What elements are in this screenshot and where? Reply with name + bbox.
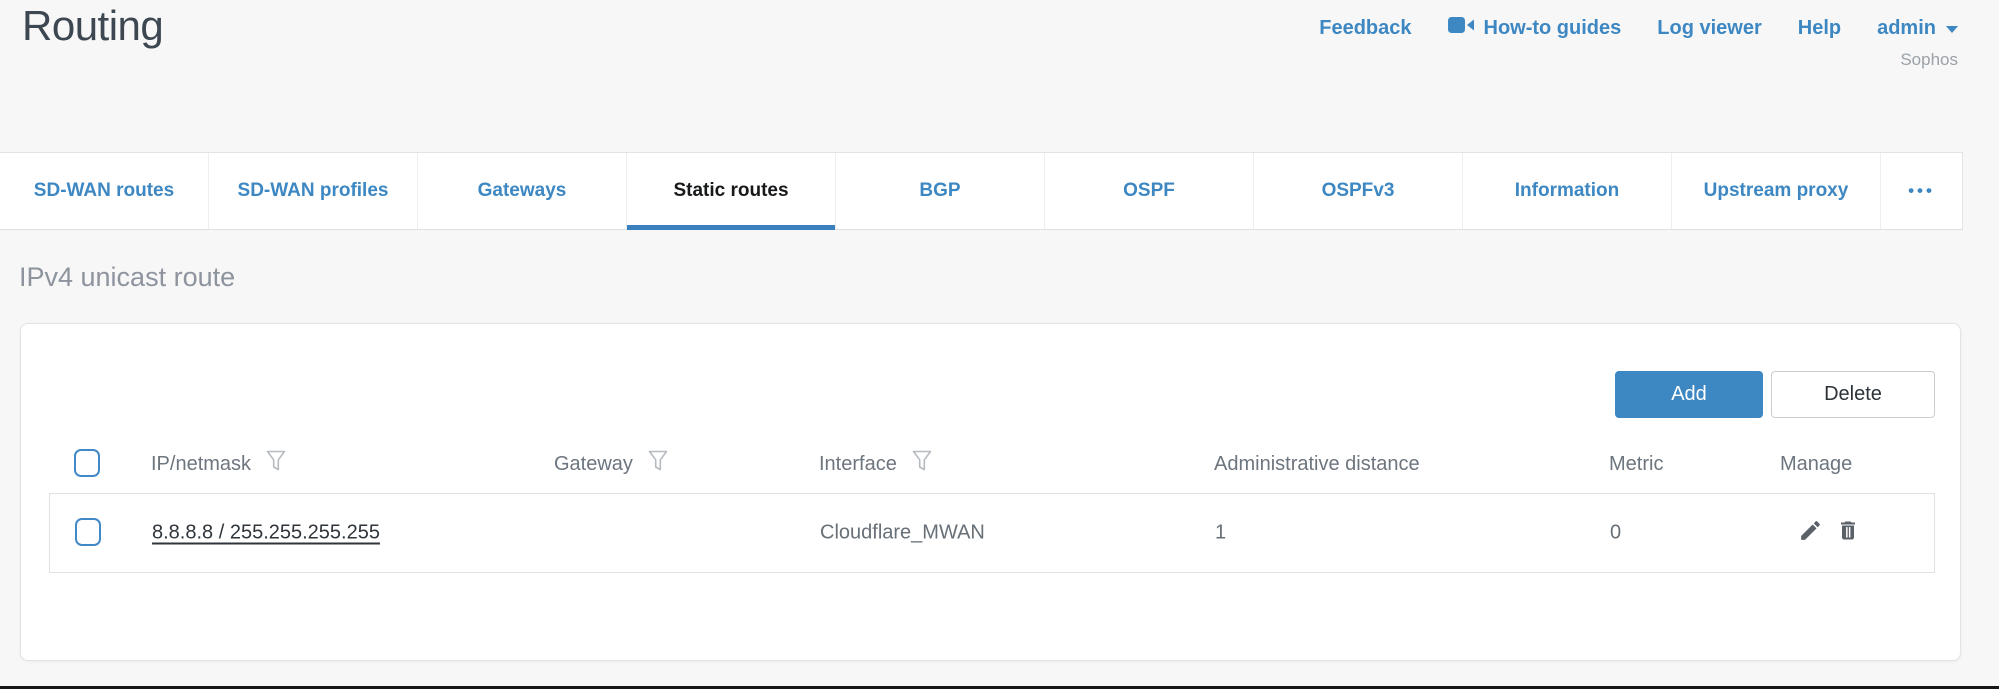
tab-sdwan-profiles[interactable]: SD-WAN profiles xyxy=(209,153,418,229)
log-viewer-link-label: Log viewer xyxy=(1657,17,1761,40)
video-camera-icon xyxy=(1448,16,1474,40)
tab-label: SD-WAN routes xyxy=(34,180,174,202)
filter-funnel-icon xyxy=(266,450,286,478)
ellipsis-icon: ••• xyxy=(1908,181,1935,201)
column-label: Gateway xyxy=(554,453,633,476)
org-name: Sophos xyxy=(1900,50,1958,70)
tab-label: Upstream proxy xyxy=(1704,180,1849,202)
column-label: IP/netmask xyxy=(151,453,251,476)
tab-label: Static routes xyxy=(673,180,788,202)
tab-label: Information xyxy=(1515,180,1620,202)
column-header-ip-netmask: IP/netmask xyxy=(151,449,286,479)
tab-ospf[interactable]: OSPF xyxy=(1045,153,1254,229)
column-header-manage: Manage xyxy=(1780,449,1852,479)
trash-icon xyxy=(1836,518,1860,548)
add-button[interactable]: Add xyxy=(1615,371,1763,418)
column-header-gateway: Gateway xyxy=(554,449,668,479)
chevron-down-icon xyxy=(1946,26,1958,33)
row-checkbox[interactable] xyxy=(75,518,101,546)
top-nav: Feedback How-to guides Log viewer Help a… xyxy=(1319,16,1958,40)
howto-guides-link[interactable]: How-to guides xyxy=(1448,16,1622,40)
tab-bgp[interactable]: BGP xyxy=(836,153,1045,229)
column-label: Administrative distance xyxy=(1214,453,1420,476)
routing-tab-bar: SD-WAN routes SD-WAN profiles Gateways S… xyxy=(0,152,1963,230)
route-metric-value: 0 xyxy=(1610,522,1621,545)
pencil-icon xyxy=(1798,518,1823,548)
tab-static-routes[interactable]: Static routes xyxy=(627,153,836,229)
tab-label: OSPFv3 xyxy=(1322,180,1395,202)
user-menu[interactable]: admin xyxy=(1877,17,1958,40)
row-manage-actions xyxy=(1798,518,1860,548)
column-label: Manage xyxy=(1780,453,1852,476)
interface-filter-button[interactable] xyxy=(912,450,932,478)
tab-information[interactable]: Information xyxy=(1463,153,1672,229)
tab-label: Gateways xyxy=(478,180,567,202)
table-row: 8.8.8.8 / 255.255.255.255 Cloudflare_MWA… xyxy=(49,493,1935,573)
tab-label: SD-WAN profiles xyxy=(238,180,389,202)
filter-funnel-icon xyxy=(912,450,932,478)
page-title: Routing xyxy=(22,2,163,50)
feedback-link-label: Feedback xyxy=(1319,17,1411,40)
delete-route-button[interactable] xyxy=(1836,518,1860,548)
tab-sdwan-routes[interactable]: SD-WAN routes xyxy=(0,153,209,229)
feedback-link[interactable]: Feedback xyxy=(1319,17,1411,40)
column-label: Interface xyxy=(819,453,897,476)
column-header-interface: Interface xyxy=(819,449,932,479)
filter-funnel-icon xyxy=(648,450,668,478)
route-ip-netmask-link[interactable]: 8.8.8.8 / 255.255.255.255 xyxy=(152,522,380,545)
route-interface-value: Cloudflare_MWAN xyxy=(820,522,985,545)
ip-netmask-filter-button[interactable] xyxy=(266,450,286,478)
tab-label: BGP xyxy=(919,180,960,202)
tab-label: OSPF xyxy=(1123,180,1175,202)
active-tab-underline xyxy=(627,225,835,230)
section-heading: IPv4 unicast route xyxy=(19,262,235,293)
static-routes-card: Add Delete IP/netmask Gateway Interface … xyxy=(20,323,1961,661)
tab-ospfv3[interactable]: OSPFv3 xyxy=(1254,153,1463,229)
route-admin-distance-value: 1 xyxy=(1215,522,1226,545)
howto-guides-link-label: How-to guides xyxy=(1484,17,1622,40)
select-all-checkbox[interactable] xyxy=(74,449,100,477)
column-label: Metric xyxy=(1609,453,1663,476)
tab-upstream-proxy[interactable]: Upstream proxy xyxy=(1672,153,1881,229)
help-link[interactable]: Help xyxy=(1798,17,1841,40)
user-menu-label: admin xyxy=(1877,17,1936,40)
gateway-filter-button[interactable] xyxy=(648,450,668,478)
column-header-metric: Metric xyxy=(1609,449,1663,479)
delete-button[interactable]: Delete xyxy=(1771,371,1935,418)
help-link-label: Help xyxy=(1798,17,1841,40)
edit-route-button[interactable] xyxy=(1798,518,1823,548)
log-viewer-link[interactable]: Log viewer xyxy=(1657,17,1761,40)
more-tabs-button[interactable]: ••• xyxy=(1881,153,1962,229)
column-header-admin-distance: Administrative distance xyxy=(1214,449,1420,479)
tab-gateways[interactable]: Gateways xyxy=(418,153,627,229)
